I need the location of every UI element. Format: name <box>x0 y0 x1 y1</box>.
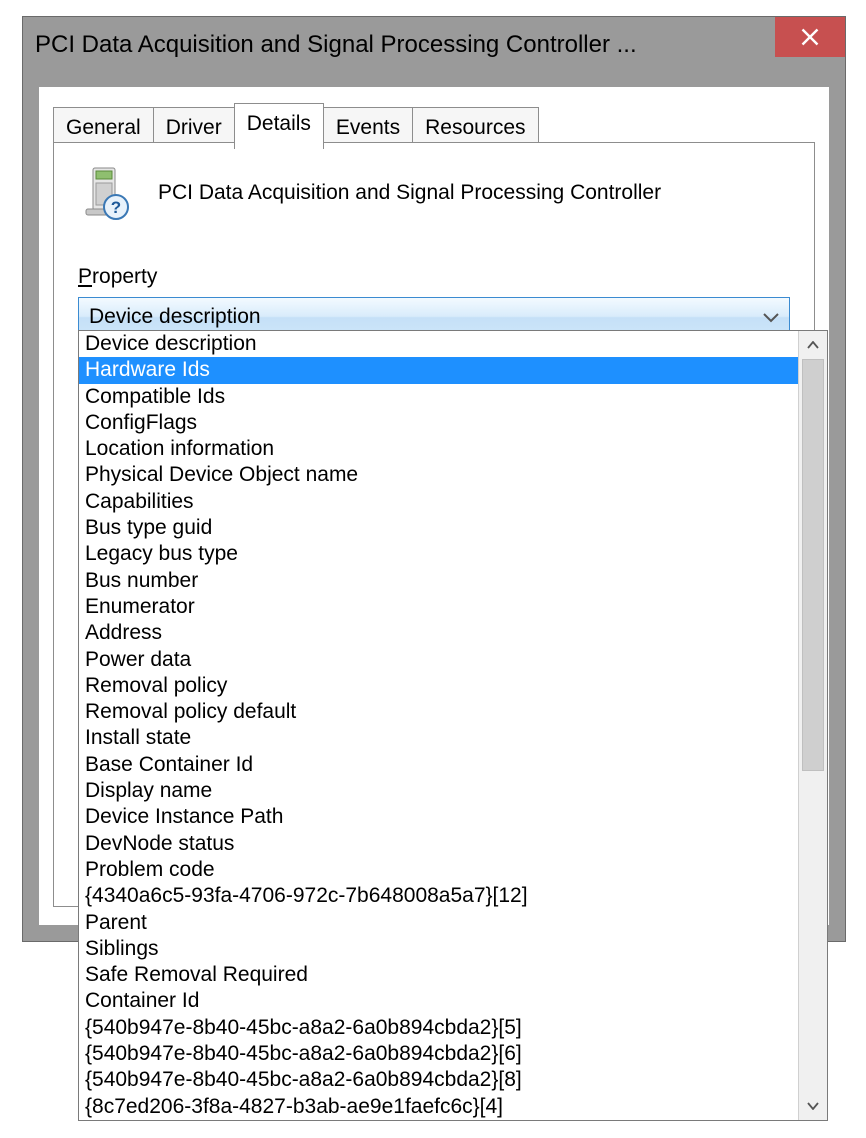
tab-driver[interactable]: Driver <box>153 107 235 147</box>
dropdown-item[interactable]: Container Id <box>79 988 798 1014</box>
chevron-down-icon <box>763 307 779 328</box>
close-button[interactable] <box>775 17 845 57</box>
dropdown-item[interactable]: Base Container Id <box>79 752 798 778</box>
combobox-selected-text: Device description <box>89 305 261 329</box>
dropdown-scrollbar[interactable] <box>798 331 827 1120</box>
scroll-down-button[interactable] <box>799 1092 827 1120</box>
dropdown-item[interactable]: {540b947e-8b40-45bc-a8a2-6a0b894cbda2}[6… <box>79 1041 798 1067</box>
dropdown-item[interactable]: Compatible Ids <box>79 384 798 410</box>
dropdown-item[interactable]: DevNode status <box>79 831 798 857</box>
svg-text:?: ? <box>111 198 121 217</box>
dropdown-item[interactable]: Device Instance Path <box>79 804 798 830</box>
window-title: PCI Data Acquisition and Signal Processi… <box>23 31 637 59</box>
dropdown-item[interactable]: ConfigFlags <box>79 410 798 436</box>
dropdown-item[interactable]: Removal policy default <box>79 699 798 725</box>
dropdown-item[interactable]: Bus type guid <box>79 515 798 541</box>
dropdown-item[interactable]: Location information <box>79 436 798 462</box>
scrollbar-track[interactable] <box>799 359 827 1092</box>
dropdown-item[interactable]: Capabilities <box>79 489 798 515</box>
scrollbar-thumb[interactable] <box>802 359 824 771</box>
dropdown-item[interactable]: Device description <box>79 331 798 357</box>
dropdown-item[interactable]: Hardware Ids <box>79 357 798 383</box>
scroll-up-button[interactable] <box>799 331 827 359</box>
tab-details[interactable]: Details <box>234 103 324 149</box>
dropdown-item[interactable]: {540b947e-8b40-45bc-a8a2-6a0b894cbda2}[5… <box>79 1015 798 1041</box>
dropdown-item[interactable]: Parent <box>79 910 798 936</box>
tab-resources[interactable]: Resources <box>412 107 538 147</box>
property-dropdown-list[interactable]: Device descriptionHardware IdsCompatible… <box>78 330 828 1121</box>
dropdown-item[interactable]: Power data <box>79 647 798 673</box>
dropdown-item[interactable]: {8c7ed206-3f8a-4827-b3ab-ae9e1faefc6c}[4… <box>79 1094 798 1120</box>
close-icon <box>801 28 819 46</box>
dropdown-item[interactable]: {4340a6c5-93fa-4706-972c-7b648008a5a7}[1… <box>79 883 798 909</box>
device-name: PCI Data Acquisition and Signal Processi… <box>158 181 661 205</box>
dropdown-item[interactable]: Siblings <box>79 936 798 962</box>
tab-general[interactable]: General <box>53 107 154 147</box>
property-label: Property <box>78 265 790 289</box>
dropdown-item[interactable]: Display name <box>79 778 798 804</box>
tab-strip: General Driver Details Events Resources <box>53 103 538 143</box>
dropdown-item[interactable]: Bus number <box>79 568 798 594</box>
titlebar[interactable]: PCI Data Acquisition and Signal Processi… <box>23 17 845 73</box>
device-header: ? PCI Data Acquisition and Signal Proces… <box>78 165 790 221</box>
dropdown-item[interactable]: Enumerator <box>79 594 798 620</box>
dropdown-item[interactable]: Address <box>79 620 798 646</box>
dropdown-item[interactable]: Safe Removal Required <box>79 962 798 988</box>
dropdown-item[interactable]: Legacy bus type <box>79 541 798 567</box>
dropdown-item[interactable]: Install state <box>79 725 798 751</box>
dropdown-item[interactable]: {540b947e-8b40-45bc-a8a2-6a0b894cbda2}[8… <box>79 1067 798 1093</box>
dropdown-item[interactable]: Physical Device Object name <box>79 462 798 488</box>
tab-events[interactable]: Events <box>323 107 413 147</box>
dropdown-item[interactable]: Problem code <box>79 857 798 883</box>
device-unknown-icon: ? <box>78 165 134 221</box>
dropdown-item[interactable]: Removal policy <box>79 673 798 699</box>
